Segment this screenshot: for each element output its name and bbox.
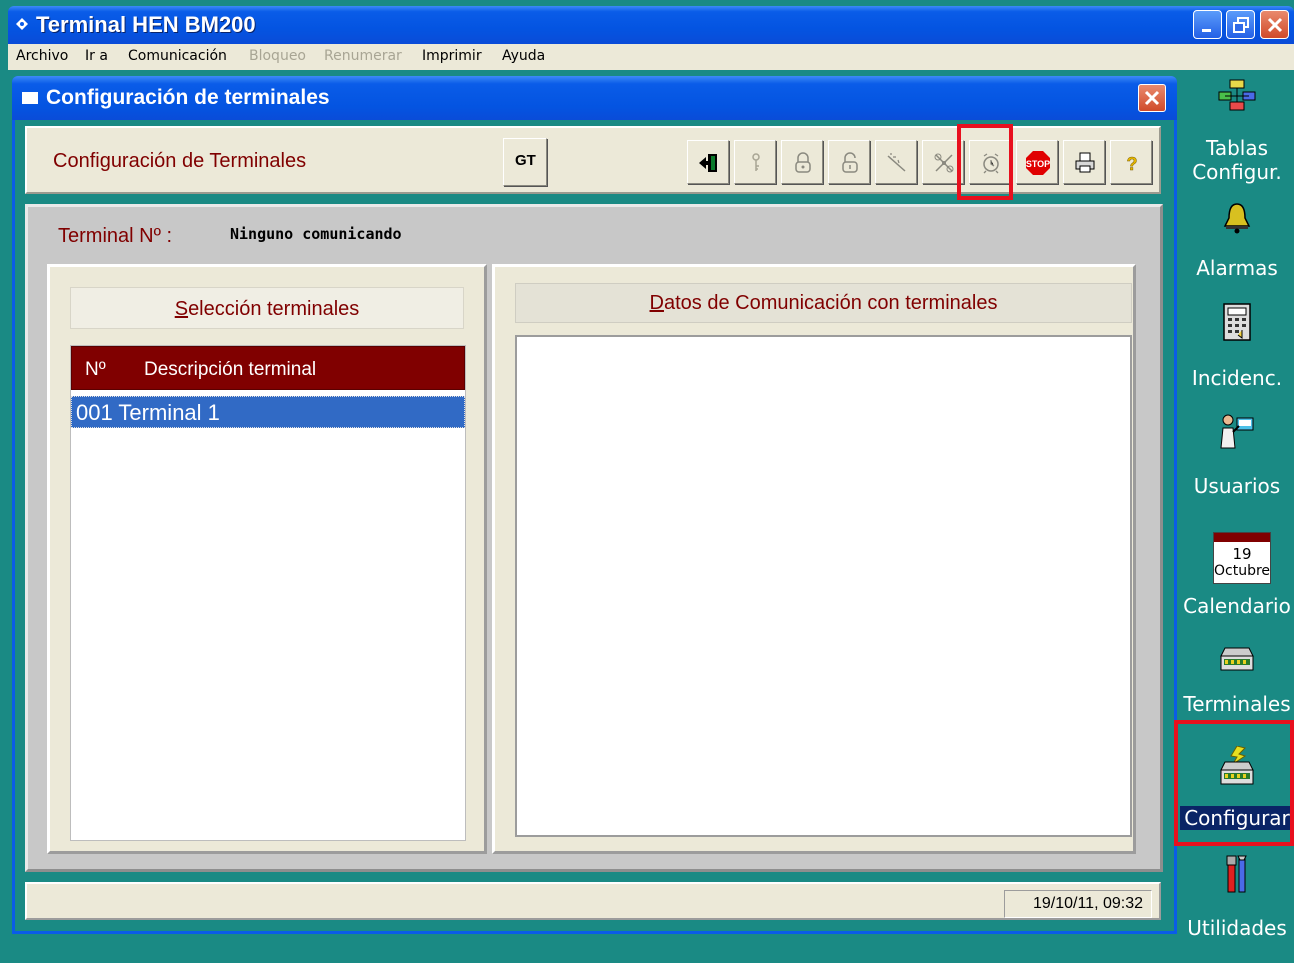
utilities-icon bbox=[1226, 855, 1247, 893]
key-button[interactable] bbox=[734, 140, 776, 184]
printer-icon bbox=[1075, 152, 1095, 173]
app-title: Terminal HEN BM200 bbox=[36, 12, 256, 37]
lock-icon bbox=[795, 152, 811, 173]
exit-icon bbox=[699, 154, 717, 172]
toolbar-title: Configuración de Terminales bbox=[53, 150, 307, 172]
communication-data-header: Datos de Comunicación con terminales bbox=[515, 283, 1132, 323]
minimize-icon bbox=[1202, 29, 1211, 32]
close-icon bbox=[1267, 17, 1283, 33]
gt-button-label: GT bbox=[515, 152, 536, 169]
calendar-day: 19 bbox=[1232, 545, 1252, 563]
terminal-list[interactable]: Nº Descripción terminal 001 Terminal 1 bbox=[70, 345, 466, 841]
menu-renumerar[interactable]: Renumerar bbox=[324, 48, 402, 64]
exit-button[interactable] bbox=[687, 140, 729, 184]
menu-bar: Archivo Ir a Comunicación Bloqueo Renume… bbox=[8, 44, 1294, 70]
status-bar: 19/10/11, 09:32 bbox=[25, 882, 1161, 920]
nav-calendario-label: Calendario bbox=[1183, 594, 1291, 618]
main-panel: Terminal Nº : Ninguno comunicando Selecc… bbox=[25, 204, 1163, 872]
terminal-selection-title: Selección terminales bbox=[174, 298, 360, 320]
print-button[interactable] bbox=[1063, 140, 1105, 184]
terminal-selection-panel: Selección terminales Nº Descripción term… bbox=[47, 264, 487, 854]
nav-alarmas-label: Alarmas bbox=[1196, 256, 1278, 280]
config-window-body: Configuración de Terminales GT STOP ? Te… bbox=[15, 120, 1174, 931]
tables-icon bbox=[1218, 79, 1256, 111]
timestamp-panel: 19/10/11, 09:32 bbox=[1004, 890, 1152, 918]
window-icon bbox=[22, 92, 38, 104]
nav-tablas-label: Tablas bbox=[1205, 136, 1269, 160]
unlock-icon bbox=[842, 152, 858, 173]
restore-icon bbox=[1233, 17, 1249, 33]
app-icon bbox=[16, 18, 28, 30]
menu-archivo[interactable]: Archivo bbox=[16, 48, 68, 64]
help-icon: ? bbox=[1126, 154, 1138, 175]
terminal-selection-header: Selección terminales bbox=[70, 287, 464, 329]
nav-utilidades-label: Utilidades bbox=[1187, 916, 1287, 940]
config-window-title: Configuración de terminales bbox=[46, 86, 330, 109]
nav-terminales[interactable]: Terminales bbox=[1180, 640, 1294, 720]
calendar-month: Octubre bbox=[1214, 563, 1271, 579]
app-title-bar[interactable]: Terminal HEN BM200 bbox=[8, 6, 1294, 44]
communication-data-title: Datos de Comunicación con terminales bbox=[649, 292, 998, 314]
nav-tablas-configur[interactable]: Tablas Configur. bbox=[1180, 72, 1294, 192]
help-icon-text: ? bbox=[1127, 154, 1138, 174]
timestamp: 19/10/11, 09:32 bbox=[1032, 895, 1143, 912]
nav-usuarios[interactable]: Usuarios bbox=[1180, 408, 1294, 508]
terminal-device-icon bbox=[1220, 647, 1254, 671]
stop-icon-text: STOP bbox=[1026, 159, 1050, 169]
bell-icon bbox=[1223, 203, 1251, 234]
stop-button[interactable]: STOP bbox=[1016, 140, 1058, 184]
config-window: Configuración de terminales Configuració… bbox=[12, 76, 1177, 934]
nav-incidenc[interactable]: Incidenc. bbox=[1180, 300, 1294, 400]
help-button[interactable]: ? bbox=[1110, 140, 1152, 184]
tools-icon bbox=[934, 153, 954, 173]
menu-comunicacion[interactable]: Comunicación bbox=[128, 48, 227, 64]
unlock-button[interactable] bbox=[828, 140, 870, 184]
stop-icon: STOP bbox=[1026, 151, 1050, 175]
lock-button[interactable] bbox=[781, 140, 823, 184]
highlight-box-toolbar bbox=[957, 124, 1013, 200]
restore-button[interactable] bbox=[1226, 10, 1255, 39]
nav-usuarios-label: Usuarios bbox=[1193, 474, 1281, 498]
terminal-list-row[interactable]: 001 Terminal 1 bbox=[71, 396, 465, 428]
menu-ayuda[interactable]: Ayuda bbox=[502, 48, 545, 64]
key-icon bbox=[752, 153, 760, 171]
terminal-number-label: Terminal Nº : bbox=[58, 225, 172, 247]
user-terminal-icon bbox=[1220, 414, 1254, 449]
nav-configur-label: Configur. bbox=[1192, 160, 1282, 184]
wand-button[interactable] bbox=[875, 140, 917, 184]
highlight-box-nav bbox=[1174, 720, 1294, 846]
gt-button[interactable]: GT bbox=[503, 138, 547, 186]
calendar-icon: 19 Octubre bbox=[1213, 532, 1271, 584]
nav-incidenc-label: Incidenc. bbox=[1191, 366, 1283, 390]
menu-ir-a[interactable]: Ir a bbox=[85, 48, 108, 64]
nav-terminales-label: Terminales bbox=[1183, 692, 1291, 716]
column-description[interactable]: Descripción terminal bbox=[144, 359, 316, 381]
communication-data-panel: Datos de Comunicación con terminales bbox=[492, 264, 1136, 854]
menu-bloqueo[interactable]: Bloqueo bbox=[249, 48, 306, 64]
calculator-icon bbox=[1223, 303, 1251, 341]
nav-calendario[interactable]: 19 Octubre Calendario bbox=[1180, 528, 1294, 628]
terminal-number-value: Ninguno comunicando bbox=[230, 225, 402, 243]
nav-utilidades[interactable]: Utilidades bbox=[1180, 850, 1294, 950]
config-window-close-button[interactable] bbox=[1138, 84, 1166, 112]
minimize-button[interactable] bbox=[1193, 10, 1222, 39]
communication-data-area[interactable] bbox=[515, 335, 1132, 837]
column-number[interactable]: Nº bbox=[85, 359, 106, 381]
nav-alarmas[interactable]: Alarmas bbox=[1180, 196, 1294, 296]
config-window-title-bar[interactable]: Configuración de terminales bbox=[12, 76, 1177, 120]
wand-icon bbox=[887, 153, 906, 172]
terminal-list-header: Nº Descripción terminal bbox=[71, 346, 465, 390]
close-icon bbox=[1144, 90, 1160, 106]
close-button[interactable] bbox=[1260, 10, 1289, 39]
terminal-row-text: 001 Terminal 1 bbox=[76, 400, 220, 425]
menu-imprimir[interactable]: Imprimir bbox=[422, 48, 482, 64]
